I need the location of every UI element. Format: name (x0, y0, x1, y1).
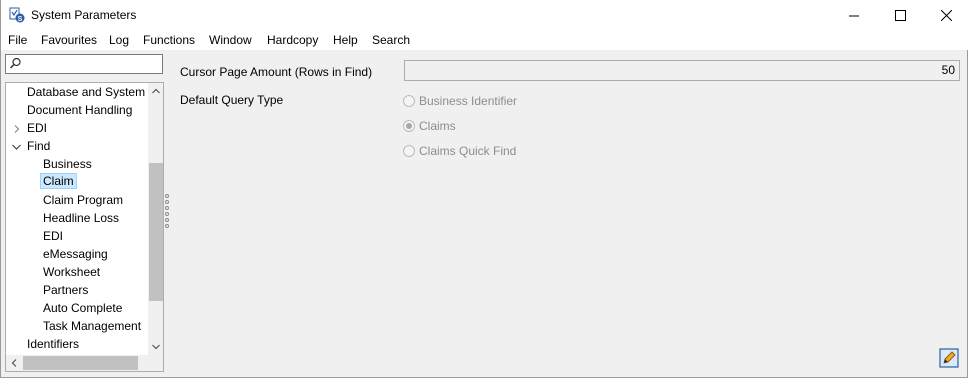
tree-item-edi[interactable]: EDI (27, 121, 47, 135)
tree-item-label: Partners (43, 283, 89, 297)
tree-item-database-and-system[interactable]: Database and System (27, 85, 145, 99)
tree-item-label: Find (27, 139, 51, 153)
scroll-left-icon[interactable] (11, 359, 17, 367)
edit-button[interactable] (939, 348, 959, 368)
menu-log[interactable]: Log (109, 33, 129, 47)
close-button[interactable] (923, 0, 969, 31)
tree-search-input[interactable] (5, 54, 163, 74)
splitter-grip[interactable] (165, 194, 171, 230)
tree-item-partners[interactable]: Partners (43, 283, 88, 297)
tree-item-label: EDI (43, 229, 64, 243)
tree-item-business[interactable]: Business (43, 157, 92, 171)
tree-item-worksheet[interactable]: Worksheet (43, 265, 100, 279)
scrollbar-corner (148, 355, 163, 371)
menu-search[interactable]: Search (372, 33, 410, 47)
tree-item-identifiers[interactable]: Identifiers (27, 337, 79, 351)
menu-hardcopy[interactable]: Hardcopy (267, 33, 318, 47)
menu-favourites[interactable]: Favourites (41, 33, 97, 47)
minimize-icon (849, 15, 859, 16)
menu-functions[interactable]: Functions (143, 33, 195, 47)
tree-horizontal-scrollbar[interactable] (6, 355, 148, 371)
chevron-down-icon[interactable] (12, 143, 21, 151)
tree-item-label: Claim Program (43, 193, 124, 207)
tree-item-auto-complete[interactable]: Auto Complete (43, 301, 122, 315)
menu-bar: File Favourites Log Functions Window Har… (1, 31, 969, 50)
tree-item-label: EDI (27, 121, 48, 135)
radio-button[interactable] (403, 120, 415, 132)
tree-item-label: Identifiers (27, 337, 80, 351)
menu-help[interactable]: Help (333, 33, 358, 47)
svg-text:S: S (18, 16, 23, 23)
horizontal-scroll-thumb[interactable] (23, 356, 138, 370)
cursor-page-amount-field[interactable]: 50 (404, 60, 960, 81)
system-parameters-window: S System Parameters File Favourites Log … (0, 0, 969, 378)
radio-button[interactable] (403, 95, 415, 107)
window-title: System Parameters (31, 8, 137, 22)
pencil-edit-icon (939, 348, 959, 368)
cursor-page-amount-label: Cursor Page Amount (Rows in Find) (180, 65, 373, 79)
radio-claims-quick-find[interactable]: Claims Quick Find (403, 144, 516, 158)
scroll-down-icon[interactable] (152, 344, 160, 350)
tree-item-label: Database and System (27, 85, 146, 99)
tree-item-emessaging[interactable]: eMessaging (43, 247, 108, 261)
minimize-button[interactable] (831, 0, 877, 31)
parameter-tree[interactable]: Database and System Document Handling ED… (5, 82, 164, 372)
chevron-right-icon[interactable] (13, 125, 21, 133)
scroll-up-icon[interactable] (152, 88, 160, 94)
radio-claims[interactable]: Claims (403, 119, 456, 133)
radio-button[interactable] (403, 145, 415, 157)
tree-item-label: Document Handling (27, 103, 133, 117)
radio-business-identifier[interactable]: Business Identifier (403, 94, 517, 108)
tree-item-claim[interactable]: Claim (40, 173, 77, 189)
radio-label: Business Identifier (419, 94, 518, 108)
tree-item-headline-loss[interactable]: Headline Loss (43, 211, 119, 225)
tree-vertical-scrollbar[interactable] (148, 83, 163, 355)
tree-item-label: Auto Complete (43, 301, 123, 315)
app-icon: S (9, 7, 25, 23)
tree-item-label: Business (43, 157, 92, 171)
vertical-scroll-thumb[interactable] (149, 163, 163, 301)
tree-item-label: Headline Loss (43, 211, 120, 225)
tree-item-document-handling[interactable]: Document Handling (27, 103, 132, 117)
tree-item-find[interactable]: Find (27, 139, 50, 153)
maximize-button[interactable] (877, 0, 923, 31)
tree-item-find-edi[interactable]: EDI (43, 229, 63, 243)
search-icon (9, 57, 21, 69)
tree-item-label: eMessaging (43, 247, 108, 261)
tree-item-label: Claim (40, 173, 77, 189)
tree-item-claim-program[interactable]: Claim Program (43, 193, 123, 207)
tree-item-task-management[interactable]: Task Management (43, 319, 141, 333)
tree-item-label: Task Management (43, 319, 142, 333)
menu-window[interactable]: Window (209, 33, 252, 47)
close-icon (940, 10, 952, 21)
default-query-type-label: Default Query Type (180, 93, 284, 107)
menu-file[interactable]: File (8, 33, 27, 47)
tree-item-label: Worksheet (43, 265, 101, 279)
radio-label: Claims Quick Find (419, 144, 517, 158)
maximize-icon (894, 10, 906, 21)
title-bar: S System Parameters (1, 0, 969, 31)
radio-label: Claims (419, 119, 456, 133)
